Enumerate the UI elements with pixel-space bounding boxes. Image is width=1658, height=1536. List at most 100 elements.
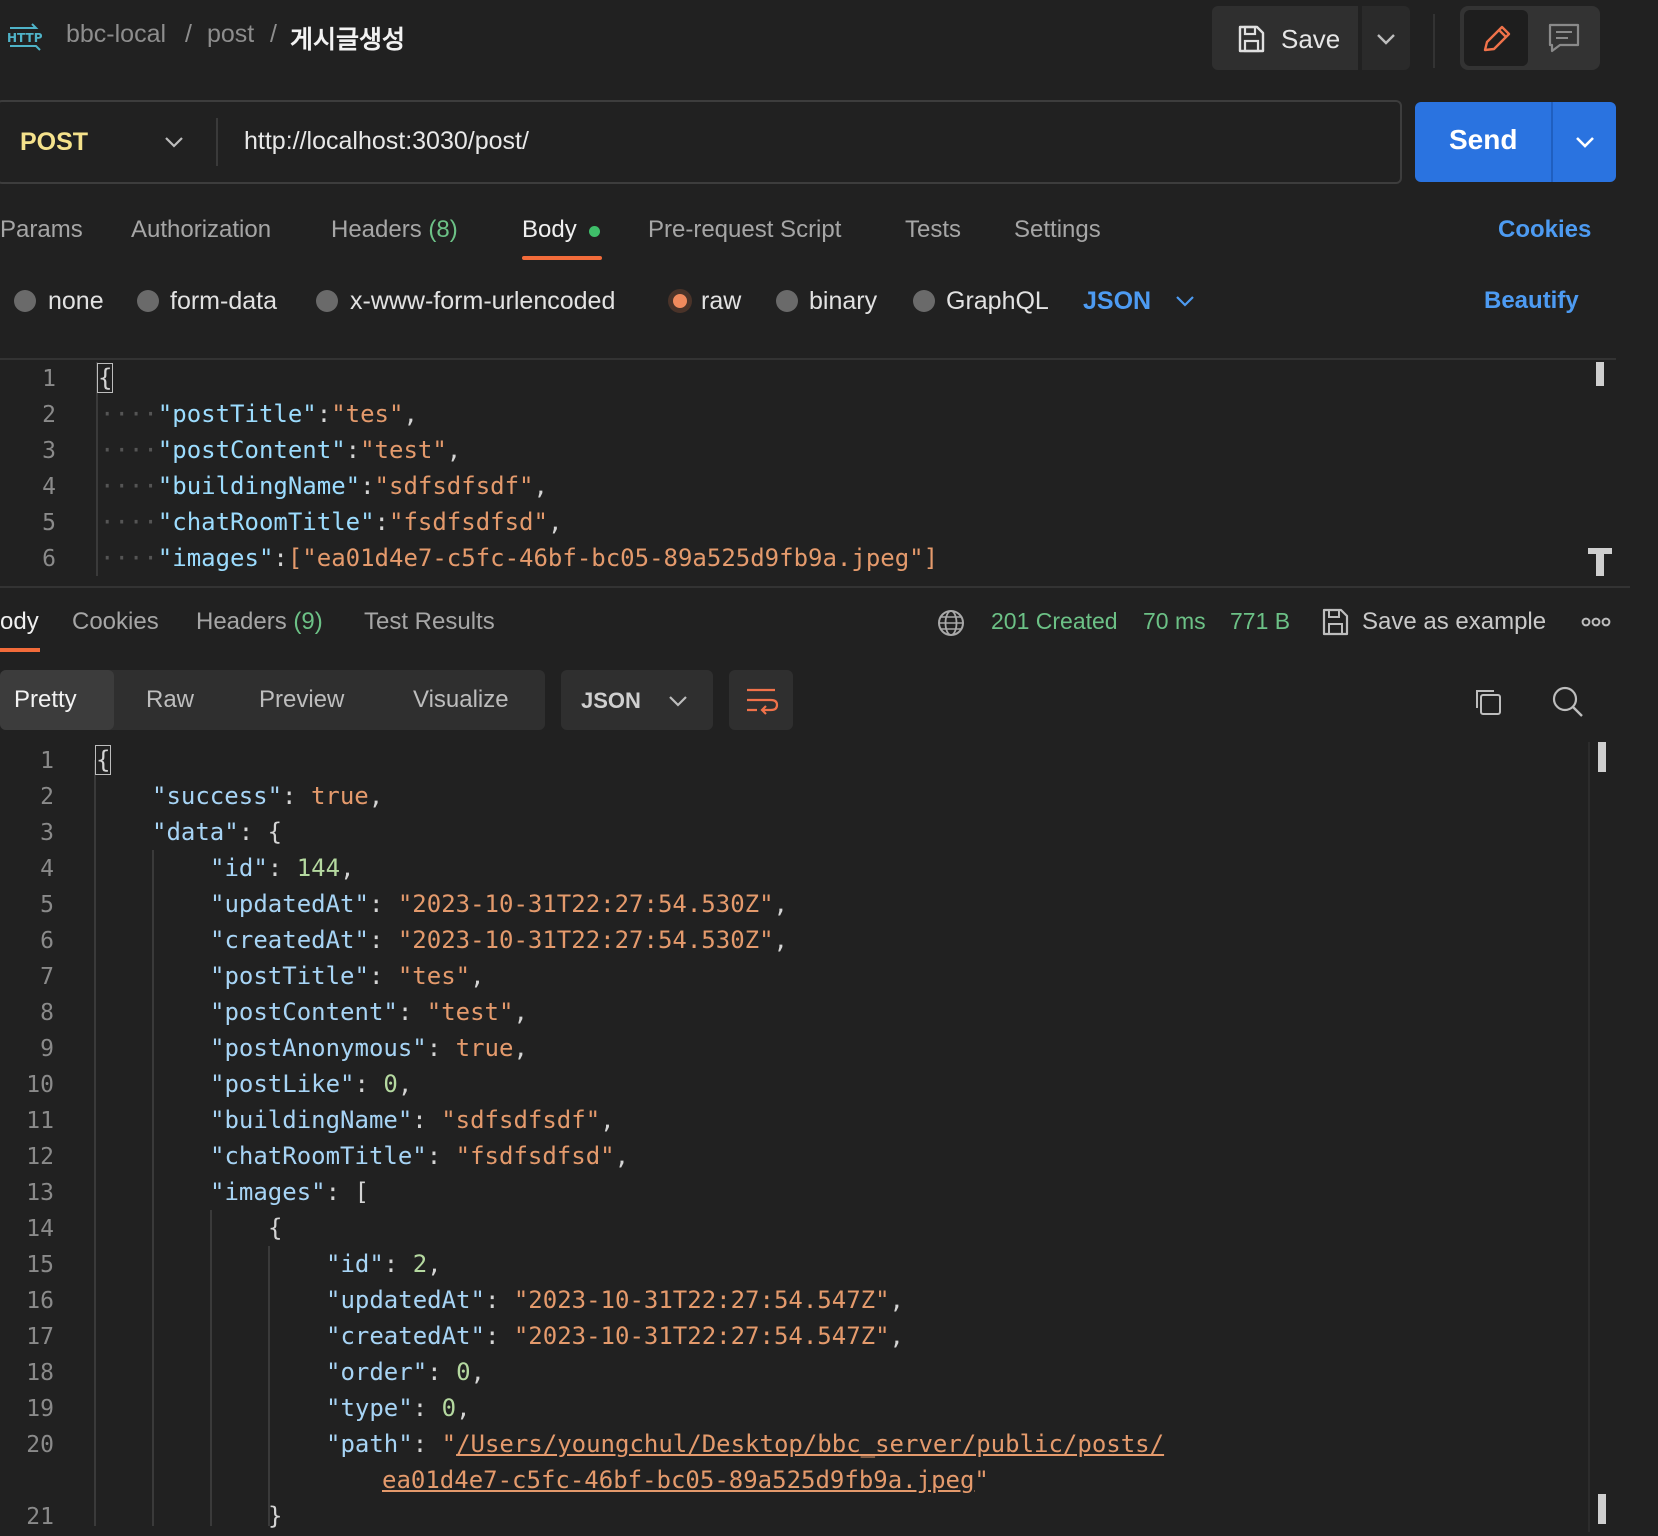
view-raw-button[interactable]: Raw	[146, 686, 194, 714]
tab-headers[interactable]: Headers (8)	[331, 216, 458, 244]
cookies-link[interactable]: Cookies	[1498, 216, 1591, 244]
json-key: "postContent"	[157, 436, 346, 464]
json-key: "id"	[326, 1250, 384, 1278]
json-punct: ,	[547, 508, 563, 536]
tab-tests[interactable]: Tests	[905, 216, 961, 244]
chevron-down-icon[interactable]	[160, 128, 188, 156]
radio-binary[interactable]	[776, 290, 798, 312]
code-line: ····"postContent":"test",	[100, 436, 462, 464]
code-line: "id": 144,	[210, 854, 355, 882]
code-line: "postContent": "test",	[210, 998, 528, 1026]
comments-button[interactable]	[1532, 10, 1596, 66]
path-link[interactable]: ea01d4e7-c5fc-46bf-bc05-89a525d9fb9a.jpe…	[382, 1466, 974, 1494]
editor-gutter-border	[96, 362, 98, 576]
svg-text:HTTP: HTTP	[7, 31, 42, 45]
breadcrumb-collection[interactable]: bbc-local	[66, 20, 166, 49]
more-options-icon[interactable]	[1580, 612, 1612, 632]
line-number: 8	[40, 1000, 54, 1026]
response-tab-headers[interactable]: Headers (9)	[196, 608, 323, 636]
send-options-button[interactable]	[1551, 102, 1616, 182]
line-number: 6	[40, 928, 54, 954]
tab-pre-request-script[interactable]: Pre-request Script	[648, 216, 841, 244]
json-key: "buildingName"	[210, 1106, 413, 1134]
body-format-select[interactable]: JSON	[1083, 287, 1151, 316]
copy-icon[interactable]	[1472, 686, 1504, 718]
code-line: "success": true,	[152, 782, 384, 810]
json-key: "id"	[210, 854, 268, 882]
json-key: "updatedAt"	[326, 1286, 485, 1314]
json-punct: ,	[446, 436, 462, 464]
response-size[interactable]: 771 B	[1230, 608, 1290, 635]
response-format-select[interactable]: JSON	[561, 670, 713, 730]
radio-form-data[interactable]	[137, 290, 159, 312]
tab-params[interactable]: Params	[0, 216, 83, 244]
response-scrollbar-thumb[interactable]	[1598, 742, 1606, 772]
json-key: "createdAt"	[326, 1322, 485, 1350]
json-value: true	[455, 1034, 514, 1062]
tab-label: Headers	[331, 216, 422, 243]
url-divider	[216, 118, 218, 166]
view-visualize-button[interactable]: Visualize	[413, 686, 509, 714]
code-line: "id": 2,	[326, 1250, 442, 1278]
chevron-down-icon	[1576, 137, 1594, 148]
response-tab-cookies[interactable]: Cookies	[72, 608, 159, 636]
line-number: 4	[42, 474, 56, 500]
edit-mode-button[interactable]	[1464, 10, 1528, 66]
wrap-lines-button[interactable]	[729, 670, 793, 730]
request-url-bar	[0, 100, 1402, 184]
code-line: "postTitle": "tes",	[210, 962, 485, 990]
radio-graphql[interactable]	[913, 290, 935, 312]
tab-body[interactable]: Body	[522, 216, 577, 244]
code-line: "postAnonymous": true,	[210, 1034, 528, 1062]
search-icon[interactable]	[1550, 684, 1586, 720]
json-value: 2	[412, 1250, 428, 1278]
line-number: 5	[40, 892, 54, 918]
code-line: ····"buildingName":"sdfsdfsdf",	[100, 472, 548, 500]
path-link[interactable]: /Users/youngchul/Desktop/bbc_server/publ…	[456, 1430, 1164, 1458]
line-number: 10	[26, 1072, 54, 1098]
json-key: "createdAt"	[210, 926, 369, 954]
json-value: "2023-10-31T22:27:54.530Z"	[397, 926, 774, 954]
json-value: "sdfsdfsdf"	[441, 1106, 601, 1134]
response-tab-test-results[interactable]: Test Results	[364, 608, 495, 636]
save-as-example-button[interactable]: Save as example	[1362, 608, 1546, 636]
code-line: "postLike": 0,	[210, 1070, 413, 1098]
json-value: "sdfsdfsdf"	[374, 472, 534, 500]
json-key: "postTitle"	[210, 962, 369, 990]
view-pretty-label[interactable]: Pretty	[14, 686, 77, 714]
chevron-down-icon	[1377, 34, 1395, 45]
radio-urlencoded[interactable]	[316, 290, 338, 312]
toolbar-divider	[1433, 14, 1435, 68]
url-input[interactable]: http://localhost:3030/post/	[244, 127, 529, 156]
response-time[interactable]: 70 ms	[1143, 608, 1206, 635]
pane-divider[interactable]	[0, 586, 1630, 588]
response-tab-body[interactable]: ody	[0, 608, 39, 636]
beautify-button[interactable]: Beautify	[1484, 287, 1579, 315]
breadcrumb-request-name[interactable]: 게시글생성	[290, 20, 405, 56]
scrollbar-track	[1588, 742, 1590, 1532]
line-number: 1	[42, 366, 56, 392]
tab-settings[interactable]: Settings	[1014, 216, 1101, 244]
breadcrumb-folder[interactable]: post	[207, 20, 254, 49]
request-editor-scrollbar[interactable]	[1596, 362, 1604, 386]
json-value: "tes"	[331, 400, 404, 428]
code-line: }	[268, 1502, 283, 1530]
tab-authorization[interactable]: Authorization	[131, 216, 271, 244]
indent-guide: ····	[100, 400, 158, 428]
indent-guide: ····	[100, 472, 158, 500]
chevron-down-icon[interactable]	[1172, 288, 1198, 314]
radio-label-none: none	[48, 287, 104, 315]
status-code[interactable]: 201 Created	[991, 608, 1118, 635]
response-scrollbar-end	[1598, 1494, 1606, 1524]
http-method-select[interactable]: POST	[20, 128, 88, 157]
view-preview-button[interactable]: Preview	[259, 686, 344, 714]
radio-none[interactable]	[14, 290, 36, 312]
send-button[interactable]: Send	[1415, 102, 1551, 182]
radio-raw[interactable]	[668, 289, 692, 313]
save-button[interactable]: Save	[1212, 6, 1358, 70]
save-options-button[interactable]	[1362, 6, 1410, 70]
line-number: 2	[42, 402, 56, 428]
json-value: 0	[383, 1070, 398, 1098]
globe-icon[interactable]	[936, 608, 966, 638]
json-punct: [	[354, 1178, 369, 1206]
